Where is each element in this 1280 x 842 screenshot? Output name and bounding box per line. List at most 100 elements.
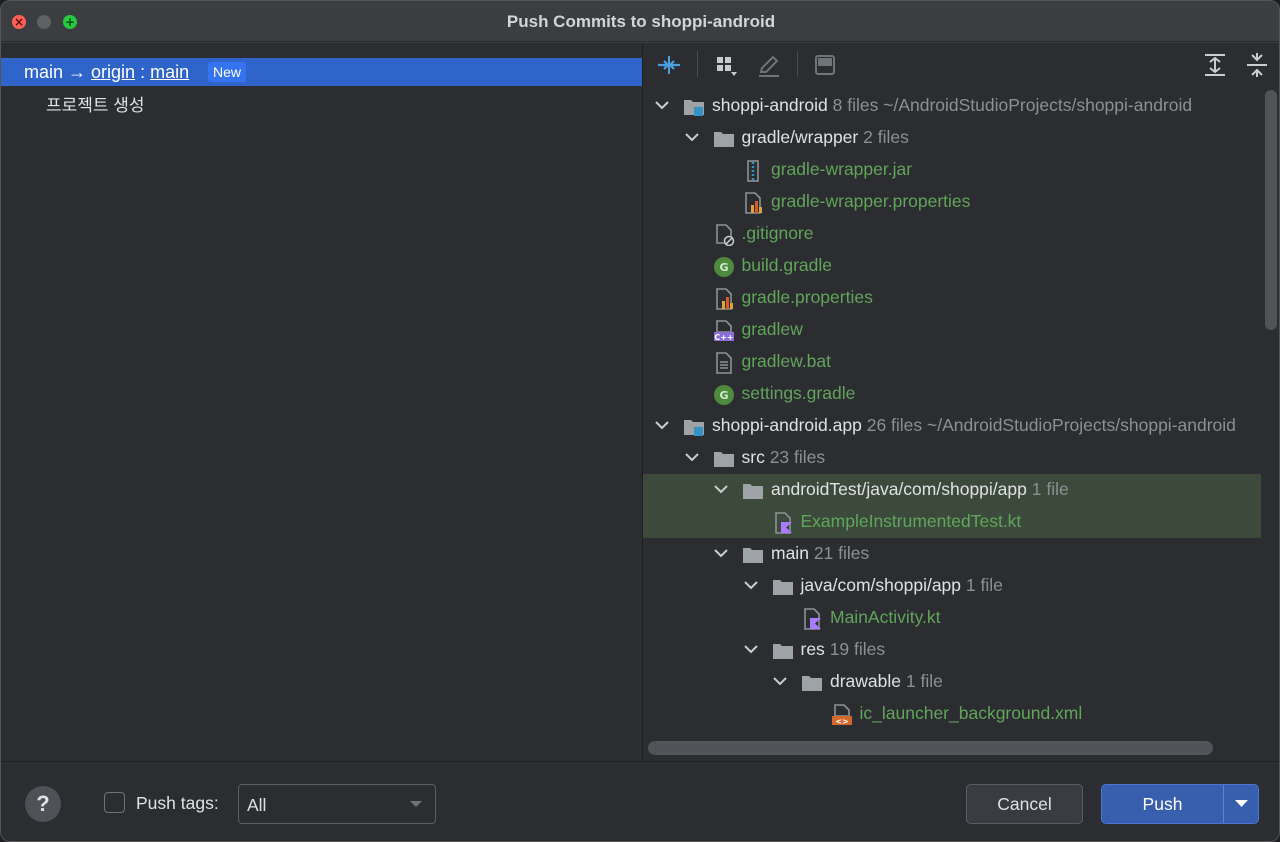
collapse-all-button[interactable] — [1243, 51, 1271, 79]
cancel-button[interactable]: Cancel — [966, 784, 1083, 824]
file-count: 21 files — [813, 543, 870, 563]
folder-icon — [743, 484, 763, 499]
edit-source-icon — [759, 55, 779, 77]
target-branch-link[interactable]: main — [150, 62, 189, 82]
chevron-down-icon[interactable] — [653, 416, 671, 434]
file-name: gradlew.bat — [741, 351, 832, 371]
tree-item-label: MainActivity.kt — [830, 607, 941, 628]
branch-row[interactable]: main → origin : main New — [1, 58, 642, 86]
chevron-down-icon[interactable] — [742, 576, 760, 594]
file-count: 1 file — [905, 671, 943, 691]
chevron-down-icon[interactable] — [712, 480, 730, 498]
module-icon — [684, 420, 704, 436]
group-by-button[interactable] — [713, 51, 741, 79]
ignore-file-icon — [715, 224, 734, 246]
svg-text:C++: C++ — [714, 333, 733, 342]
file-name: shoppi-android.app — [712, 415, 862, 435]
chevron-down-icon[interactable] — [683, 448, 701, 466]
svg-text:G: G — [719, 389, 728, 402]
commit-item[interactable]: 프로젝트 생성 — [46, 91, 145, 116]
chevron-down-icon — [1235, 800, 1248, 807]
tree-row[interactable]: C++ gradlew — [643, 314, 1261, 346]
tree-item-label: androidTest/java/com/shoppi/app 1 file — [771, 479, 1069, 500]
new-branch-badge: New — [208, 62, 247, 82]
tree-row[interactable]: src 23 files — [643, 442, 1261, 474]
show-diff-icon — [658, 56, 680, 74]
tree-row[interactable]: .gitignore — [643, 218, 1261, 250]
file-name: ExampleInstrumentedTest.kt — [800, 511, 1022, 531]
help-button[interactable]: ? — [25, 786, 61, 822]
properties-file-icon — [745, 192, 762, 214]
remote-link[interactable]: origin — [91, 62, 135, 82]
tree-row[interactable]: Gsettings.gradle — [643, 378, 1261, 410]
svg-text:<>: <> — [835, 717, 848, 726]
tree-row[interactable]: <> ic_launcher_background.xml — [643, 698, 1261, 730]
kotlin-file-icon — [774, 512, 792, 534]
file-name: gradle.properties — [741, 287, 873, 307]
tree-item-label: gradle.properties — [742, 287, 873, 308]
tree-row[interactable]: shoppi-android.app 26 files ~/AndroidStu… — [643, 410, 1261, 442]
vertical-scrollbar[interactable] — [1265, 90, 1277, 330]
chevron-down-icon[interactable] — [742, 640, 760, 658]
archive-file-icon — [747, 160, 759, 182]
tree-row[interactable]: gradlew.bat — [643, 346, 1261, 378]
tree-row[interactable]: shoppi-android 8 files ~/AndroidStudioPr… — [643, 90, 1261, 122]
tree-row[interactable]: gradle.properties — [643, 282, 1261, 314]
tree-row[interactable]: gradle/wrapper 2 files — [643, 122, 1261, 154]
preview-button[interactable] — [811, 51, 839, 79]
tree-item-label: shoppi-android.app 26 files ~/AndroidStu… — [712, 415, 1236, 436]
tree-row[interactable]: drawable 1 file — [643, 666, 1261, 698]
file-name: res — [800, 639, 825, 659]
file-name: java/com/shoppi/app — [800, 575, 962, 595]
file-name: androidTest/java/com/shoppi/app — [771, 479, 1027, 499]
chevron-down-icon — [410, 801, 422, 807]
tree-row[interactable]: MainActivity.kt — [643, 602, 1261, 634]
tags-select[interactable]: All — [238, 784, 436, 824]
file-name: ic_launcher_background.xml — [859, 703, 1083, 723]
file-name: gradle-wrapper.jar — [771, 159, 913, 179]
group-by-icon — [717, 57, 737, 76]
file-name: MainActivity.kt — [830, 607, 941, 627]
push-tags-label[interactable]: Push tags: — [136, 793, 219, 814]
chevron-down-icon[interactable] — [712, 544, 730, 562]
xml-file-icon: <> — [831, 704, 852, 726]
folder-icon — [713, 452, 734, 467]
tree-row[interactable]: gradle-wrapper.properties — [643, 186, 1261, 218]
push-button-group: Push — [1101, 784, 1259, 824]
tags-select-value: All — [247, 795, 267, 815]
folder-icon — [802, 676, 822, 691]
push-options-button[interactable] — [1224, 785, 1259, 823]
tree-row[interactable]: main 21 files — [643, 538, 1261, 570]
expand-all-button[interactable] — [1201, 51, 1229, 79]
file-name: gradle-wrapper.properties — [771, 191, 971, 211]
changes-tree: shoppi-android 8 files ~/AndroidStudioPr… — [643, 90, 1261, 738]
file-name: main — [771, 543, 809, 563]
tree-row[interactable]: java/com/shoppi/app 1 file — [643, 570, 1261, 602]
file-count: 1 file — [1031, 479, 1069, 499]
horizontal-scrollbar[interactable] — [648, 741, 1213, 755]
edit-source-button[interactable] — [755, 51, 783, 79]
tree-row[interactable]: gradle-wrapper.jar — [643, 154, 1261, 186]
kotlin-file-icon — [804, 608, 821, 630]
tree-item-label: res 19 files — [801, 639, 886, 660]
tree-item-label: gradlew.bat — [742, 351, 832, 372]
push-tags-checkbox[interactable] — [104, 792, 125, 813]
title-bar: × + Push Commits to shoppi-android — [1, 1, 1279, 42]
tree-item-label: .gitignore — [742, 223, 814, 244]
expand-all-icon — [1205, 54, 1225, 76]
tree-row[interactable]: androidTest/java/com/shoppi/app 1 file — [643, 474, 1261, 506]
tree-item-label: ic_launcher_background.xml — [860, 703, 1083, 724]
chevron-down-icon[interactable] — [653, 96, 671, 114]
branch-arrow: → — [68, 62, 87, 82]
tree-row[interactable]: ExampleInstrumentedTest.kt — [643, 506, 1261, 538]
push-button[interactable]: Push — [1102, 785, 1223, 823]
tree-row[interactable]: res 19 files — [643, 634, 1261, 666]
svg-text:G: G — [719, 261, 728, 274]
chevron-down-icon[interactable] — [683, 128, 701, 146]
tree-item-label: gradle-wrapper.jar — [771, 159, 912, 180]
tree-row[interactable]: Gbuild.gradle — [643, 250, 1261, 282]
file-count: 8 files ~/AndroidStudioProjects/shoppi-a… — [832, 95, 1193, 115]
show-diff-button[interactable] — [655, 51, 683, 79]
properties-file-icon — [715, 288, 733, 310]
chevron-down-icon[interactable] — [771, 672, 789, 690]
